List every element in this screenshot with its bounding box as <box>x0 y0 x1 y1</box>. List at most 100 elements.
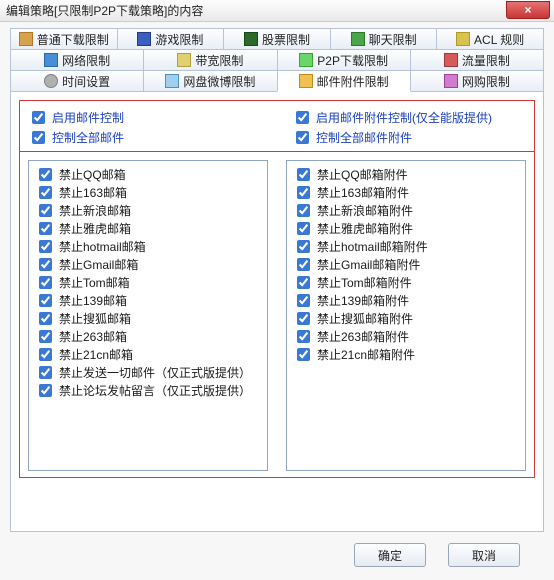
list-item-label: 禁止QQ邮箱附件 <box>317 166 408 183</box>
list-item-checkbox[interactable] <box>297 276 310 289</box>
list-item-checkbox[interactable] <box>39 384 52 397</box>
list-item: 禁止Tom邮箱 <box>35 273 261 291</box>
window-title: 编辑策略[只限制P2P下载策略]的内容 <box>6 4 203 18</box>
list-item-checkbox[interactable] <box>297 204 310 217</box>
list-item-label: 禁止hotmail邮箱 <box>59 238 146 255</box>
list-item: 禁止雅虎邮箱附件 <box>293 219 519 237</box>
list-item-checkbox[interactable] <box>297 222 310 235</box>
list-item: 禁止163邮箱附件 <box>293 183 519 201</box>
list-item-label: 禁止hotmail邮箱附件 <box>317 238 428 255</box>
cancel-button-label: 取消 <box>472 547 496 564</box>
list-item-checkbox[interactable] <box>39 366 52 379</box>
tab-label: 时间设置 <box>62 73 110 90</box>
list-item-label: 禁止论坛发帖留言（仅正式版提供） <box>59 382 251 399</box>
tab-r3-1[interactable]: 网盘微博限制 <box>143 70 277 92</box>
list-item-checkbox[interactable] <box>297 312 310 325</box>
list-item: 禁止QQ邮箱附件 <box>293 165 519 183</box>
list-item-checkbox[interactable] <box>297 348 310 361</box>
tab-r2-1[interactable]: 带宽限制 <box>143 49 277 71</box>
tab-r2-0[interactable]: 网络限制 <box>10 49 144 71</box>
tab-r2-2[interactable]: P2P下载限制 <box>277 49 411 71</box>
tab-label: P2P下载限制 <box>317 52 388 69</box>
i-mail-icon <box>299 74 313 88</box>
list-item-checkbox[interactable] <box>39 330 52 343</box>
tab-r1-4[interactable]: ACL 规则 <box>436 28 544 50</box>
i-shop-icon <box>444 74 458 88</box>
ok-button-label: 确定 <box>378 547 402 564</box>
tab-r3-2[interactable]: 邮件附件限制 <box>277 70 411 92</box>
list-item-checkbox[interactable] <box>39 168 52 181</box>
list-item-checkbox[interactable] <box>39 240 52 253</box>
list-item-checkbox[interactable] <box>297 330 310 343</box>
tab-r1-2[interactable]: 股票限制 <box>223 28 331 50</box>
close-button[interactable]: × <box>506 1 550 19</box>
list-item-checkbox[interactable] <box>39 294 52 307</box>
option-checkbox[interactable] <box>296 131 309 144</box>
tab-label: ACL 规则 <box>474 31 524 48</box>
option-row: 控制全部邮件附件 <box>292 127 526 147</box>
list-item-checkbox[interactable] <box>39 348 52 361</box>
list-item-label: 禁止21cn邮箱附件 <box>317 346 415 363</box>
tab-r1-0[interactable]: 普通下载限制 <box>10 28 118 50</box>
list-item: 禁止263邮箱 <box>35 327 261 345</box>
top-options-group: 启用邮件控制控制全部邮件 启用邮件附件控制(仅全能版提供)控制全部邮件附件 <box>19 100 535 152</box>
list-item-label: 禁止139邮箱 <box>59 292 127 309</box>
option-checkbox[interactable] <box>32 131 45 144</box>
list-item-label: 禁止新浪邮箱 <box>59 202 131 219</box>
list-item-checkbox[interactable] <box>297 240 310 253</box>
attachment-block-list[interactable]: 禁止QQ邮箱附件禁止163邮箱附件禁止新浪邮箱附件禁止雅虎邮箱附件禁止hotma… <box>286 160 526 471</box>
list-item-checkbox[interactable] <box>39 186 52 199</box>
list-item: 禁止新浪邮箱 <box>35 201 261 219</box>
list-item: 禁止Gmail邮箱附件 <box>293 255 519 273</box>
list-item: 禁止21cn邮箱 <box>35 345 261 363</box>
i-time-icon <box>44 74 58 88</box>
list-item: 禁止发送一切邮件（仅正式版提供） <box>35 363 261 381</box>
list-item-checkbox[interactable] <box>39 312 52 325</box>
tab-label: 带宽限制 <box>195 52 243 69</box>
tab-r3-0[interactable]: 时间设置 <box>10 70 144 92</box>
tab-label: 普通下载限制 <box>37 31 109 48</box>
list-item-checkbox[interactable] <box>39 258 52 271</box>
list-item: 禁止雅虎邮箱 <box>35 219 261 237</box>
tab-r2-3[interactable]: 流量限制 <box>410 49 544 71</box>
list-item-checkbox[interactable] <box>297 186 310 199</box>
i-dl-icon <box>19 32 33 46</box>
work-area: 普通下载限制 游戏限制 股票限制聊天限制 ACL 规则 网络限制 带宽限制 P2P下载限制… <box>0 22 554 580</box>
tab-label: 游戏限制 <box>155 31 203 48</box>
option-checkbox[interactable] <box>32 111 45 124</box>
tab-r1-1[interactable]: 游戏限制 <box>117 28 225 50</box>
tab-panel-mail-attachment: 启用邮件控制控制全部邮件 启用邮件附件控制(仅全能版提供)控制全部邮件附件 禁止… <box>10 92 544 532</box>
list-item-checkbox[interactable] <box>39 276 52 289</box>
ok-button[interactable]: 确定 <box>354 543 426 567</box>
option-row: 启用邮件附件控制(仅全能版提供) <box>292 107 526 127</box>
list-item-checkbox[interactable] <box>39 204 52 217</box>
list-item-checkbox[interactable] <box>297 294 310 307</box>
tab-label: 网购限制 <box>462 73 510 90</box>
tab-r1-3[interactable]: 聊天限制 <box>330 28 438 50</box>
list-item-label: 禁止雅虎邮箱附件 <box>317 220 413 237</box>
list-item-label: 禁止Gmail邮箱附件 <box>317 256 420 273</box>
option-label: 启用邮件控制 <box>52 109 124 126</box>
dialog-footer: 确定 取消 <box>10 538 544 572</box>
tab-label: 网络限制 <box>62 52 110 69</box>
close-icon: × <box>524 3 531 17</box>
list-item-checkbox[interactable] <box>39 222 52 235</box>
i-chat-icon <box>351 32 365 46</box>
mail-block-list[interactable]: 禁止QQ邮箱禁止163邮箱禁止新浪邮箱禁止雅虎邮箱禁止hotmail邮箱禁止Gm… <box>28 160 268 471</box>
top-options-right: 启用邮件附件控制(仅全能版提供)控制全部邮件附件 <box>292 107 526 147</box>
list-group: 禁止QQ邮箱禁止163邮箱禁止新浪邮箱禁止雅虎邮箱禁止hotmail邮箱禁止Gm… <box>19 152 535 478</box>
list-item-label: 禁止搜狐邮箱附件 <box>317 310 413 327</box>
option-checkbox[interactable] <box>296 111 309 124</box>
tab-r3-3[interactable]: 网购限制 <box>410 70 544 92</box>
titlebar: 编辑策略[只限制P2P下载策略]的内容 × <box>0 0 554 22</box>
list-item-checkbox[interactable] <box>297 168 310 181</box>
list-item: 禁止163邮箱 <box>35 183 261 201</box>
list-item-label: 禁止搜狐邮箱 <box>59 310 131 327</box>
list-item: 禁止新浪邮箱附件 <box>293 201 519 219</box>
cancel-button[interactable]: 取消 <box>448 543 520 567</box>
list-item-checkbox[interactable] <box>297 258 310 271</box>
list-item-label: 禁止163邮箱 <box>59 184 127 201</box>
i-game-icon <box>137 32 151 46</box>
list-item-label: 禁止139邮箱附件 <box>317 292 409 309</box>
i-net-icon <box>44 53 58 67</box>
